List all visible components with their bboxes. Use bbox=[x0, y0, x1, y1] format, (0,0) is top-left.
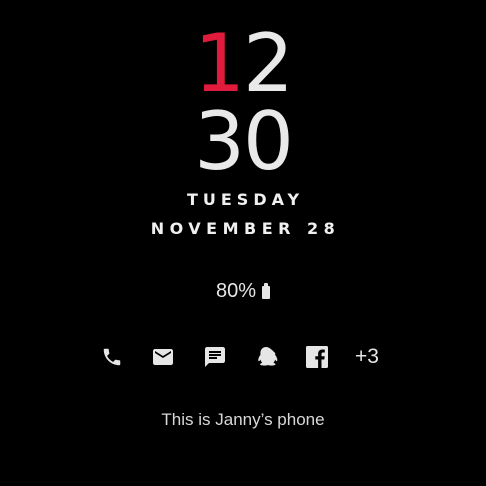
lock-screen: 12 30 TUESDAY NOVEMBER 28 80% +3 This is… bbox=[0, 0, 486, 486]
battery-status: 80% bbox=[0, 280, 486, 303]
date-month-day: NOVEMBER 28 bbox=[150, 219, 341, 238]
message-icon[interactable] bbox=[201, 343, 229, 371]
qq-icon[interactable] bbox=[252, 343, 280, 371]
battery-percent: 80% bbox=[215, 280, 257, 302]
phone-icon[interactable] bbox=[98, 343, 126, 371]
clock-hour-first-digit: 1 bbox=[194, 17, 245, 110]
owner-info-text: This is Janny’s phone bbox=[161, 410, 325, 429]
notification-icons: +3 bbox=[0, 343, 486, 371]
mail-icon[interactable] bbox=[149, 343, 177, 371]
clock-minutes: 30 bbox=[194, 95, 294, 188]
more-notifications-count[interactable]: +3 bbox=[355, 344, 379, 370]
facebook-icon[interactable] bbox=[303, 343, 331, 371]
battery-icon bbox=[262, 282, 271, 299]
clock-hours: 12 bbox=[0, 24, 486, 104]
date-weekday: TUESDAY bbox=[186, 190, 305, 209]
clock-hour-second-digit: 2 bbox=[243, 17, 294, 110]
